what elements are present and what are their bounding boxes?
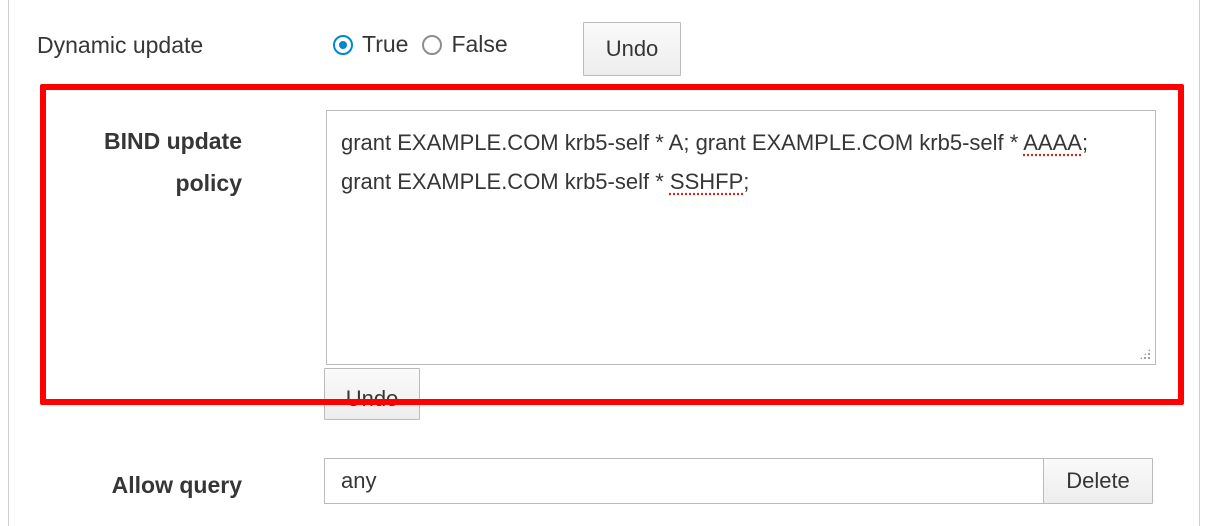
radio-true-icon[interactable] xyxy=(333,34,353,55)
policy-text-spell-aaaa: AAAA xyxy=(1023,130,1082,155)
resize-grip-icon[interactable] xyxy=(1139,348,1151,360)
allow-query-delete-button[interactable]: Delete xyxy=(1043,458,1153,504)
policy-text-spell-sshfp: SSHFP xyxy=(669,169,744,194)
policy-text-part1: grant EXAMPLE.COM krb5-self * A; grant E… xyxy=(341,130,1024,155)
radio-true-label[interactable]: True xyxy=(362,31,408,58)
allow-query-label: Allow query xyxy=(111,472,242,498)
policy-text-part3: ; xyxy=(743,169,750,194)
bind-update-policy-label-line1: BIND update xyxy=(104,128,242,154)
radio-false-label[interactable]: False xyxy=(451,31,507,58)
bind-update-policy-label: BIND update policy xyxy=(60,120,242,204)
dynamic-update-radio-group: True False xyxy=(333,31,522,58)
bind-update-policy-textarea[interactable]: grant EXAMPLE.COM krb5-self * A; grant E… xyxy=(326,110,1156,365)
allow-query-input[interactable]: any xyxy=(324,458,1044,504)
radio-false-icon[interactable] xyxy=(422,34,443,55)
bind-update-policy-label-line2: policy xyxy=(175,170,242,196)
bind-policy-undo-button[interactable]: Undo xyxy=(324,368,420,420)
dynamic-update-undo-button[interactable]: Undo xyxy=(583,22,681,76)
dynamic-update-label: Dynamic update xyxy=(37,32,204,58)
